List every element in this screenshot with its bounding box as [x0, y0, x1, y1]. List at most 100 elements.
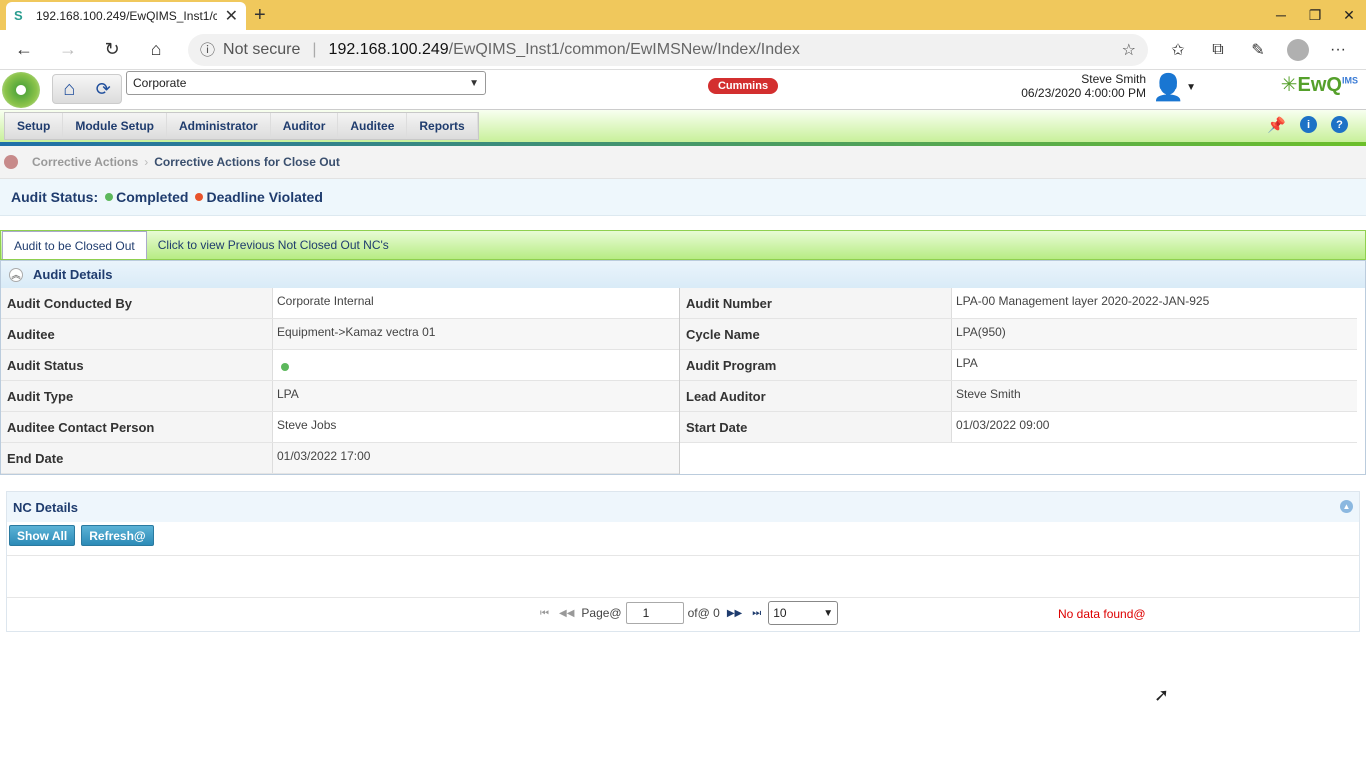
restore-icon[interactable]: ❐ [1298, 0, 1332, 30]
tab-favicon-icon: S [14, 8, 23, 23]
detail-row: Audit Number LPA-00 Management layer 202… [680, 288, 1357, 319]
page-size-select[interactable]: 10 ▼ [768, 601, 839, 625]
detail-value: LPA [273, 381, 679, 411]
detail-value: Steve Smith [952, 381, 1357, 411]
breadcrumb-home-icon[interactable] [4, 155, 18, 169]
favorite-star-icon[interactable]: ☆ [1122, 40, 1136, 60]
no-data-message: No data found@ [1058, 607, 1146, 621]
detail-value: LPA-00 Management layer 2020-2022-JAN-92… [956, 294, 1210, 308]
security-label: Not secure [223, 40, 301, 58]
menu-module-setup[interactable]: Module Setup [63, 113, 168, 139]
help-icon[interactable]: ? [1331, 116, 1348, 133]
info-icon[interactable]: ⓘ [200, 39, 215, 60]
user-menu-caret-icon[interactable]: ▼ [1186, 82, 1196, 93]
completed-label: Completed [116, 189, 189, 205]
home-icon[interactable]: ⌂ [63, 78, 75, 101]
favorites-icon[interactable]: ✩ [1158, 34, 1198, 66]
detail-label: End Date [1, 443, 273, 473]
back-arrow-icon[interactable]: ← [8, 34, 40, 66]
refresh-button[interactable]: Refresh@ [81, 525, 154, 546]
more-menu-icon[interactable]: ··· [1318, 34, 1358, 66]
detail-value: Corporate Internal [277, 294, 374, 308]
browser-titlebar: S 192.168.100.249/EwQIMS_Inst1/c ✕ + ─ ❐… [0, 0, 1366, 30]
audit-status-label: Audit Status: [11, 189, 99, 205]
chevron-down-icon: ▼ [469, 77, 479, 89]
product-logo-sup: IMS [1341, 75, 1358, 86]
brand-logo-text: Cummins [707, 78, 779, 94]
product-logo-text: EwQ [1297, 74, 1342, 96]
menu-right-icons: 📌 i ? [1267, 116, 1348, 134]
collapse-up-icon[interactable]: ︽ [9, 267, 23, 282]
tab-audit-to-be-closed[interactable]: Audit to be Closed Out [2, 231, 147, 259]
deadline-dot-icon [195, 193, 204, 201]
breadcrumb-parent[interactable]: Corrective Actions [32, 155, 138, 169]
detail-row: Audit Status [1, 350, 679, 381]
menu-reports[interactable]: Reports [407, 113, 478, 139]
menu-group: Setup Module Setup Administrator Auditor… [4, 112, 479, 140]
menu-administrator[interactable]: Administrator [167, 113, 271, 139]
url-bar[interactable]: ⓘ Not secure | 192.168.100.249 /EwQIMS_I… [188, 33, 1148, 66]
profile-avatar[interactable] [1287, 38, 1309, 61]
refresh-icon[interactable]: ⟳ [96, 79, 111, 100]
last-page-icon[interactable]: ⏭ [752, 608, 761, 619]
first-page-icon[interactable]: ⏮ [540, 608, 549, 619]
detail-label: Cycle Name [680, 319, 952, 349]
deadline-label: Deadline Violated [206, 189, 323, 205]
url-separator: | [312, 40, 317, 58]
menu-auditee[interactable]: Auditee [338, 113, 408, 139]
tab-previous-not-closed[interactable]: Click to view Previous Not Closed Out NC… [147, 231, 400, 259]
new-tab-icon[interactable]: + [254, 4, 266, 27]
pin-icon[interactable]: 📌 [1267, 116, 1286, 134]
forward-arrow-icon[interactable]: → [52, 34, 84, 66]
page-size-value: 10 [773, 606, 787, 620]
detail-label: Audit Type [1, 381, 273, 411]
detail-row: Audit Program LPA [680, 350, 1357, 381]
audit-details-title: Audit Details [33, 267, 113, 282]
detail-label: Audit Number [680, 288, 952, 318]
user-avatar-icon[interactable]: 👤 [1152, 72, 1184, 102]
nc-grid-body [7, 556, 1359, 598]
collections-icon[interactable]: ⧉ [1198, 34, 1238, 66]
browser-tab[interactable]: S 192.168.100.249/EwQIMS_Inst1/c ✕ [6, 2, 246, 30]
detail-row: Audit Type LPA [1, 381, 679, 412]
location-select[interactable]: Corporate ▼ [126, 71, 486, 95]
detail-row: Auditee Contact Person Steve Jobs [1, 412, 679, 443]
reload-icon[interactable]: ↻ [96, 34, 128, 66]
page-tabs: Audit to be Closed Out Click to view Pre… [0, 230, 1366, 260]
audit-details-grid: Audit Conducted By Corporate Internal Au… [1, 288, 1365, 474]
tab-close-icon[interactable]: ✕ [225, 6, 238, 26]
page-label: Page@ [581, 606, 622, 620]
audit-status-legend: Audit Status: Completed Deadline Violate… [0, 179, 1366, 216]
audit-details-panel: ︽ Audit Details Audit Conducted By Corpo… [0, 260, 1366, 475]
product-logo-star-icon: ✳ [1280, 74, 1298, 96]
menu-setup[interactable]: Setup [5, 113, 64, 139]
detail-row: Auditee Equipment->Kamaz vectra 01 [1, 319, 679, 350]
detail-row: Start Date 01/03/2022 09:00 [680, 412, 1357, 443]
nc-details-header: NC Details ▲ [7, 492, 1359, 522]
detail-label: Lead Auditor [680, 381, 952, 411]
app-header: ⌂ ⟳ Corporate ▼ Cummins Steve Smith 06/2… [0, 70, 1366, 110]
mouse-cursor-icon: ➚ [1154, 685, 1170, 705]
page-of-label: of@ 0 [687, 606, 720, 620]
completed-dot-icon [105, 193, 114, 201]
collapse-up-icon[interactable]: ▲ [1340, 500, 1353, 513]
next-page-icon[interactable]: ▶▶ [727, 608, 742, 619]
detail-value: LPA [956, 356, 978, 370]
breadcrumb-current: Corrective Actions for Close Out [154, 155, 340, 169]
user-datetime: 06/23/2020 4:00:00 PM [1021, 86, 1146, 100]
menu-auditor[interactable]: Auditor [271, 113, 339, 139]
pager: ⏮ ◀◀ Page@ 1 of@ 0 ▶▶ ⏭ 10 ▼ No data fou… [7, 598, 1359, 631]
show-all-button[interactable]: Show All [9, 525, 76, 546]
url-path: /EwQIMS_Inst1/common/EwIMSNew/Index/Inde… [448, 40, 800, 58]
home-icon[interactable]: ⌂ [140, 34, 172, 66]
breadcrumb-separator-icon: › [144, 155, 149, 169]
minimize-icon[interactable]: ─ [1264, 0, 1298, 30]
feedback-icon[interactable]: ✎ [1238, 34, 1278, 66]
page-number-input[interactable]: 1 [625, 602, 684, 624]
detail-value: Equipment->Kamaz vectra 01 [273, 319, 679, 349]
audit-details-right: Audit Number LPA-00 Management layer 202… [679, 288, 1357, 474]
header-icon-group: ⌂ ⟳ [52, 74, 122, 104]
info-icon[interactable]: i [1300, 116, 1317, 133]
window-close-icon[interactable]: ✕ [1332, 0, 1366, 30]
prev-page-icon[interactable]: ◀◀ [559, 608, 574, 619]
